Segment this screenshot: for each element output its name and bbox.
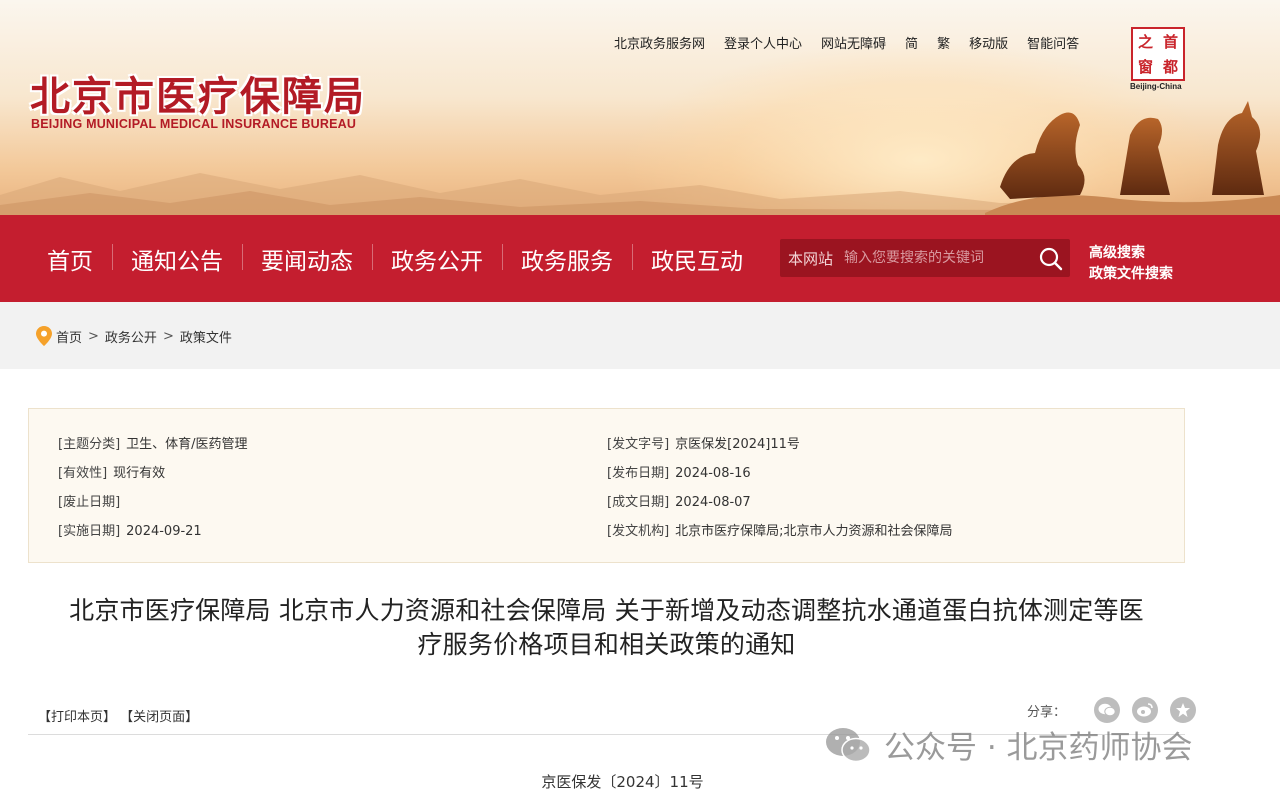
top-link-login[interactable]: 登录个人中心	[724, 33, 802, 52]
seal-char: 之	[1137, 33, 1153, 51]
meta-value: 北京市医疗保障局;北京市人力资源和社会保障局	[675, 524, 953, 539]
article-title-line: 北京市医疗保障局 北京市人力资源和社会保障局 关于新增及动态调整抗水通道蛋白抗体…	[69, 596, 1144, 625]
meta-repeal-date: [废止日期]	[58, 491, 248, 520]
nav-items: 首页 通知公告 要闻动态 政务公开 政务服务 政民互动	[28, 215, 762, 302]
meta-doc-number: [发文字号] 京医保发[2024]11号	[607, 433, 953, 462]
document-number-line: 京医保发〔2024〕11号	[541, 773, 704, 791]
meta-value: 2024-08-07	[675, 495, 751, 510]
meta-value: 2024-09-21	[126, 524, 202, 539]
wechat-share-icon[interactable]	[1094, 697, 1121, 723]
nav-item-interaction[interactable]: 政民互动	[632, 242, 762, 276]
nav-item-gov-services[interactable]: 政务服务	[502, 242, 632, 276]
advanced-search-link[interactable]: 高级搜索	[1089, 243, 1173, 264]
nav-item-news[interactable]: 要闻动态	[242, 242, 372, 276]
meta-value: 现行有效	[113, 466, 166, 481]
meta-publish-date: [发布日期] 2024-08-16	[607, 462, 953, 491]
watermark-text: 公众号 · 北京药师协会	[884, 730, 1193, 766]
top-link-accessibility[interactable]: 网站无障碍	[821, 33, 886, 52]
meta-label: [实施日期]	[58, 524, 121, 539]
meta-topic: [主题分类] 卫生、体育/医药管理	[58, 433, 248, 462]
meta-written-date: [成文日期] 2024-08-07	[607, 491, 953, 520]
site-search: 本网站	[780, 239, 1070, 277]
nav-item-home[interactable]: 首页	[28, 242, 112, 276]
seal-char: 窗	[1137, 58, 1153, 76]
meta-label: [有效性]	[58, 466, 108, 481]
policy-search-link[interactable]: 政策文件搜索	[1089, 264, 1173, 285]
share-bar: 分享：	[1027, 697, 1197, 723]
meta-left-column: [主题分类] 卫生、体育/医药管理 [有效性] 现行有效 [废止日期] [实施日期]…	[58, 433, 248, 549]
breadcrumb-gov-affairs[interactable]: 政务公开	[105, 327, 157, 346]
close-page-link[interactable]: 【关闭页面】	[120, 710, 198, 725]
breadcrumb-policy-docs[interactable]: 政策文件	[180, 327, 232, 346]
top-link-simplified[interactable]: 简	[905, 33, 918, 52]
meta-value: 京医保发[2024]11号	[675, 437, 800, 452]
search-input[interactable]	[844, 250, 1024, 266]
capital-window-seal[interactable]: 之 首 窗 都	[1131, 27, 1185, 81]
meta-right-column: [发文字号] 京医保发[2024]11号 [发布日期] 2024-08-16 [成文…	[607, 433, 953, 549]
meta-issuer: [发文机构] 北京市医疗保障局;北京市人力资源和社会保障局	[607, 520, 953, 549]
breadcrumb-separator: >	[162, 328, 174, 344]
meta-value: 卫生、体育/医药管理	[126, 437, 248, 452]
top-link-mobile[interactable]: 移动版	[969, 33, 1008, 52]
page-tools: 【打印本页】 【关闭页面】	[38, 706, 198, 725]
favorite-share-icon[interactable]	[1170, 697, 1197, 723]
breadcrumb-home[interactable]: 首页	[56, 327, 82, 346]
meta-value: 2024-08-16	[675, 466, 751, 481]
wechat-watermark-icon	[826, 727, 871, 762]
breadcrumb-bar: 首页 > 政务公开 > 政策文件	[0, 302, 1280, 369]
site-logo-en: BEIJING MUNICIPAL MEDICAL INSURANCE BURE…	[31, 117, 357, 131]
seal-char: 首	[1162, 33, 1178, 51]
nav-item-notices[interactable]: 通知公告	[112, 242, 242, 276]
breadcrumb-separator: >	[88, 328, 99, 344]
print-page-link[interactable]: 【打印本页】	[38, 710, 116, 725]
location-pin-icon	[36, 326, 52, 346]
breadcrumb: 首页 > 政务公开 > 政策文件	[36, 326, 232, 346]
meta-validity: [有效性] 现行有效	[58, 462, 248, 491]
meta-label: [废止日期]	[58, 495, 121, 510]
search-icon[interactable]	[1038, 246, 1064, 272]
seal-char: 都	[1162, 58, 1178, 76]
advanced-search-links: 高级搜索 政策文件搜索	[1089, 243, 1173, 285]
top-links: 北京政务服务网 登录个人中心 网站无障碍 简 繁 移动版 智能问答	[614, 33, 1098, 52]
share-label: 分享：	[1027, 704, 1067, 720]
site-logo-cn[interactable]: 北京市医疗保障局	[30, 64, 366, 122]
meta-label: [发布日期]	[607, 466, 670, 481]
meta-effective-date: [实施日期] 2024-09-21	[58, 520, 248, 549]
top-link-traditional[interactable]: 繁	[937, 33, 950, 52]
header-banner: 北京市医疗保障局 BEIJING MUNICIPAL MEDICAL INSUR…	[0, 0, 1280, 215]
meta-label: [成文日期]	[607, 495, 670, 510]
article-title: 北京市医疗保障局 北京市人力资源和社会保障局 关于新增及动态调整抗水通道蛋白抗体…	[28, 594, 1185, 662]
document-meta-box: [主题分类] 卫生、体育/医药管理 [有效性] 现行有效 [废止日期] [实施日期]…	[28, 408, 1185, 563]
main-nav: 首页 通知公告 要闻动态 政务公开 政务服务 政民互动 本网站 高级搜索 政策文…	[0, 215, 1280, 302]
bronze-sculpture-image	[985, 101, 1280, 215]
meta-label: [主题分类]	[58, 437, 121, 452]
meta-label: [发文字号]	[607, 437, 670, 452]
top-link-smart-qa[interactable]: 智能问答	[1027, 33, 1079, 52]
search-scope-select[interactable]: 本网站	[780, 248, 844, 269]
weibo-share-icon[interactable]	[1132, 697, 1159, 723]
meta-label: [发文机构]	[607, 524, 670, 539]
article-title-line: 疗服务价格项目和相关政策的通知	[417, 630, 796, 659]
wechat-watermark: 公众号 · 北京药师协会	[824, 722, 1193, 767]
nav-item-gov-affairs[interactable]: 政务公开	[372, 242, 502, 276]
seal-caption: Beijing-China	[1130, 82, 1182, 91]
top-link-gov-service[interactable]: 北京政务服务网	[614, 33, 705, 52]
